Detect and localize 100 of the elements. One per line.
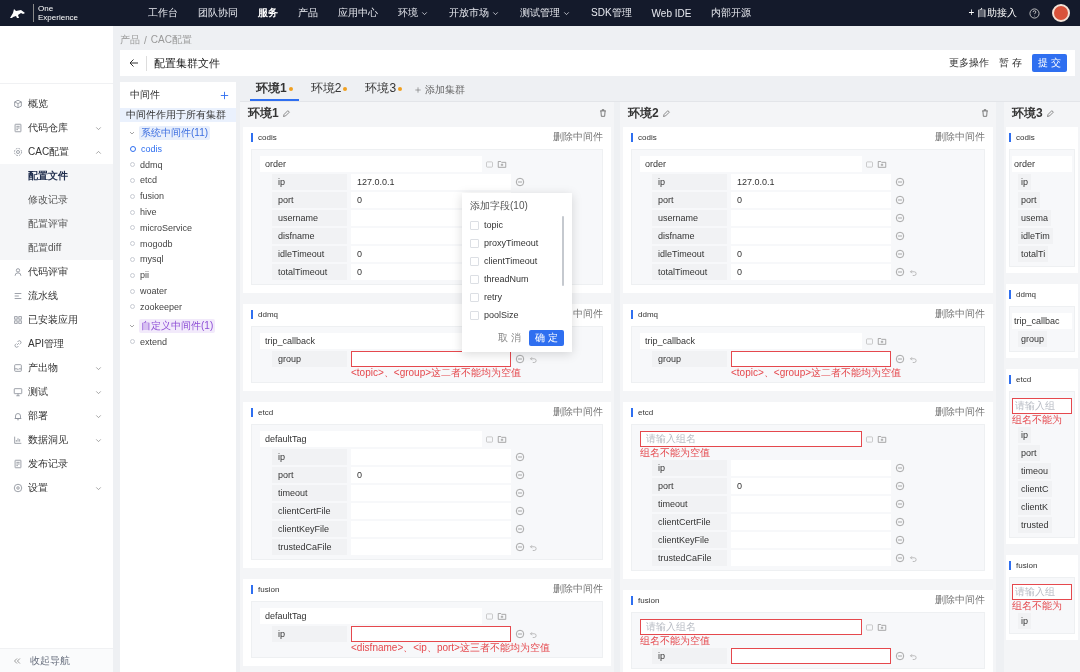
add-cluster-button[interactable]: 添加集群 <box>414 83 466 101</box>
undo-icon[interactable] <box>909 267 918 277</box>
field-value-input[interactable]: 0 <box>731 246 891 262</box>
submit-button[interactable]: 提 交 <box>1032 54 1067 72</box>
undo-icon[interactable] <box>909 354 918 364</box>
field-value-input[interactable]: 127.0.0.1 <box>731 174 891 190</box>
cancel-button[interactable]: 取 消 <box>498 331 522 345</box>
remove-icon[interactable] <box>895 249 905 259</box>
nav-item[interactable]: 开放市场 <box>439 6 510 20</box>
copy-icon[interactable] <box>865 159 874 169</box>
remove-icon[interactable] <box>515 524 525 534</box>
tree-item[interactable]: zookeeper <box>120 298 236 315</box>
trash-icon[interactable] <box>980 108 990 118</box>
environment-tab[interactable]: 环境3 <box>359 82 409 101</box>
tree-item[interactable]: woater <box>120 283 236 299</box>
tree-item[interactable]: mysql <box>120 251 236 268</box>
remove-icon[interactable] <box>895 553 905 563</box>
remove-icon[interactable] <box>895 213 905 223</box>
field-value-input[interactable] <box>351 351 511 367</box>
plus-icon[interactable] <box>219 89 230 101</box>
nav-item[interactable]: 环境 <box>388 6 439 20</box>
tree-item[interactable]: fusion <box>120 188 236 205</box>
pencil-icon[interactable] <box>1045 108 1055 118</box>
remove-icon[interactable] <box>515 452 525 462</box>
undo-icon[interactable] <box>909 651 918 661</box>
copy-icon[interactable] <box>865 622 874 632</box>
remove-icon[interactable] <box>895 354 905 364</box>
field-value-input[interactable]: 127.0.0.1 <box>351 174 511 190</box>
nav-item[interactable]: 内部开源 <box>701 6 762 20</box>
nav-item[interactable]: 产品 <box>288 6 328 20</box>
nav-item[interactable]: Web IDE <box>641 6 702 20</box>
checkbox[interactable] <box>470 256 479 266</box>
tree-item[interactable]: extend <box>120 333 236 350</box>
copy-icon[interactable] <box>485 434 494 444</box>
sidebar-item[interactable]: 代码仓库 <box>0 116 113 140</box>
sidebar-item[interactable]: 代码评审 <box>0 260 113 284</box>
copy-icon[interactable] <box>865 336 874 346</box>
confirm-button[interactable]: 确 定 <box>529 330 564 346</box>
delete-middleware-link[interactable]: 删除中间件 <box>553 130 603 144</box>
checkbox[interactable] <box>470 274 479 284</box>
collapse-nav-button[interactable]: 收起导航 <box>0 648 113 672</box>
delete-middleware-link[interactable]: 删除中间件 <box>935 130 985 144</box>
group-name-field[interactable]: trip_callbac <box>1012 313 1072 329</box>
sidebar-item[interactable]: 概览 <box>0 92 113 116</box>
tree-item[interactable]: codis <box>120 141 236 157</box>
self-service-link[interactable]: + 自助接入 <box>968 6 1017 20</box>
nav-item[interactable]: 团队协同 <box>188 6 248 20</box>
field-value-input[interactable] <box>731 648 891 664</box>
trash-icon[interactable] <box>598 108 608 118</box>
group-name-field[interactable]: defaultTag <box>260 431 482 447</box>
tree-item[interactable]: etcd <box>120 172 236 189</box>
undo-icon[interactable] <box>529 354 538 364</box>
remove-icon[interactable] <box>515 542 525 552</box>
chevron-down-icon[interactable] <box>128 129 136 137</box>
help-icon[interactable] <box>1029 7 1040 19</box>
remove-icon[interactable] <box>515 177 525 187</box>
remove-icon[interactable] <box>895 481 905 491</box>
sidebar-item[interactable]: 设置 <box>0 476 113 500</box>
folder-plus-icon[interactable] <box>497 611 507 621</box>
scrollbar[interactable] <box>562 216 564 286</box>
sidebar-item[interactable]: 测试 <box>0 380 113 404</box>
sidebar-subitem[interactable]: 配置评审 <box>0 212 113 236</box>
environment-tab[interactable]: 环境2 <box>304 82 354 101</box>
tree-item[interactable]: hive <box>120 204 236 220</box>
undo-icon[interactable] <box>909 553 918 563</box>
checkbox[interactable] <box>470 220 479 230</box>
sidebar-item[interactable]: 部署 <box>0 404 113 428</box>
tree-group-label[interactable]: 自定义中间件(1) <box>139 318 216 333</box>
remove-icon[interactable] <box>895 517 905 527</box>
remove-icon[interactable] <box>895 499 905 509</box>
tree-item[interactable]: microService <box>120 220 236 236</box>
copy-icon[interactable] <box>485 611 494 621</box>
avatar[interactable] <box>1052 4 1070 22</box>
back-arrow-icon[interactable] <box>128 57 140 69</box>
folder-plus-icon[interactable] <box>877 434 887 444</box>
checkbox[interactable] <box>470 310 479 320</box>
nav-item[interactable]: 工作台 <box>138 6 188 20</box>
nav-item[interactable]: 测试管理 <box>510 6 581 20</box>
sidebar-item[interactable]: 已安装应用 <box>0 308 113 332</box>
tree-item[interactable]: pii <box>120 267 236 284</box>
nav-item[interactable]: SDK管理 <box>581 6 642 20</box>
remove-icon[interactable] <box>515 506 525 516</box>
pencil-icon[interactable] <box>281 108 291 118</box>
checkbox[interactable] <box>470 292 479 302</box>
folder-plus-icon[interactable] <box>877 336 887 346</box>
remove-icon[interactable] <box>515 470 525 480</box>
folder-plus-icon[interactable] <box>497 434 507 444</box>
delete-middleware-link[interactable]: 中间件 <box>573 307 603 321</box>
remove-icon[interactable] <box>895 535 905 545</box>
group-name-field[interactable]: order <box>640 156 862 172</box>
tree-item[interactable]: ddmq <box>120 156 236 173</box>
folder-plus-icon[interactable] <box>877 622 887 632</box>
pencil-icon[interactable] <box>661 108 671 118</box>
remove-icon[interactable] <box>515 629 525 639</box>
tree-item[interactable]: mogodb <box>120 235 236 252</box>
nav-item[interactable]: 服务 <box>248 6 288 20</box>
sidebar-item[interactable]: 发布记录 <box>0 452 113 476</box>
field-value-input[interactable] <box>351 626 511 642</box>
delete-middleware-link[interactable]: 删除中间件 <box>553 405 603 419</box>
delete-middleware-link[interactable]: 删除中间件 <box>935 593 985 607</box>
